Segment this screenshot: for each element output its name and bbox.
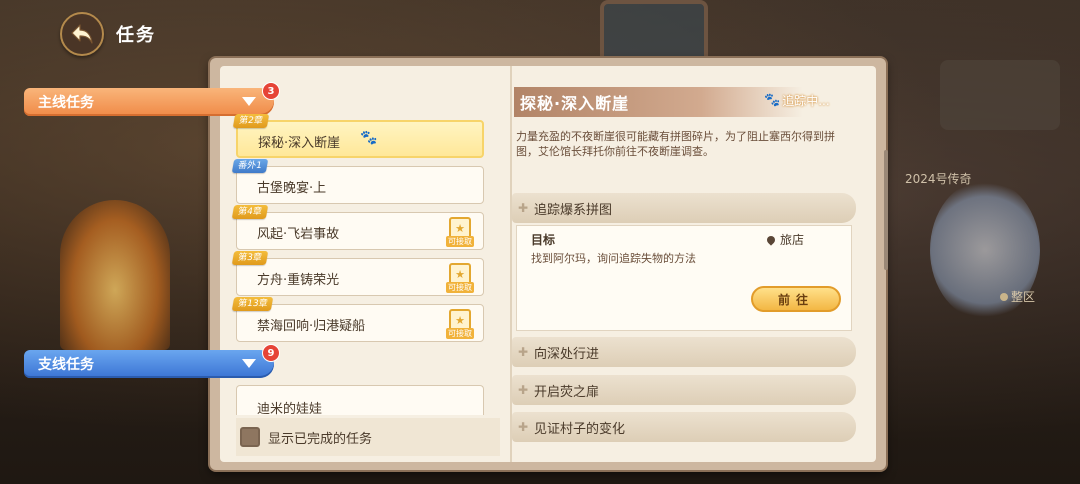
tracking-label: 追踪中... [782,94,830,108]
quest-item-selected[interactable]: 第2章 探秘·深入断崖 🐾 [232,114,484,158]
quest-item[interactable]: 番外1 古堡晚宴·上 [231,159,484,204]
side-category-label: 支线任务 [38,357,94,373]
panel-edge-decoration [884,150,888,270]
expand-icon: ✚ [518,345,529,359]
acceptable-label: 可接取 [446,282,474,293]
background-fireplace [60,200,170,350]
task-label: 追踪爆系拼图 [534,202,613,218]
quest-item[interactable]: 第13章 禁海回响·归港疑船 ★ 可接取 [231,297,484,342]
area-label-text: 整区 [1011,290,1036,304]
task-row[interactable]: ✚ 开启荧之扉 [512,375,856,405]
chapter-tag: 第4章 [231,205,268,219]
task-label: 向深处行进 [534,346,600,362]
task-row[interactable]: ✚ 向深处行进 [512,337,856,367]
goal-location: 旅店 [765,231,805,248]
pin-icon [1000,293,1008,301]
main-quest-category[interactable]: 主线任务 3 [24,82,280,116]
background-board [940,60,1060,130]
quest-title: 禁海回响·归港疑船 [257,319,366,334]
quest-item[interactable]: 第3章 方舟·重铸荣光 ★ 可接取 [231,251,484,296]
collapse-arrow-icon [242,97,256,106]
chapter-tag: 番外1 [231,159,268,173]
task-label: 见证村子的变化 [534,421,626,437]
show-completed-toggle[interactable]: 显示已完成的任务 [236,418,500,456]
show-completed-checkbox[interactable] [240,427,260,447]
acceptable-label: 可接取 [446,236,474,247]
acceptable-label: 可接取 [446,328,474,339]
background-area-label: 整区 [1000,288,1035,305]
side-quest-category[interactable]: 支线任务 9 [24,344,280,378]
back-arrow-icon [71,24,93,44]
background-sign: 2024号传奇 [905,172,972,186]
quest-title: 迪米的娃娃 [257,402,323,417]
goal-label: 目标 [531,233,556,247]
expand-icon: ✚ [518,201,529,215]
quest-title: 方舟·重铸荣光 [257,273,340,288]
side-quest-item[interactable]: 迪米的娃娃 [236,385,484,417]
task-row-expanded[interactable]: ✚ 追踪爆系拼图 [512,193,856,223]
goal-description: 找到阿尔玛，询问追踪失物的方法 [531,252,696,265]
quest-item[interactable]: 第4章 风起·飞岩事故 ★ 可接取 [231,205,484,250]
main-category-label: 主线任务 [38,95,94,111]
location-pin-icon [765,233,777,246]
paw-icon: 🐾 [764,93,781,108]
side-quest-count-badge: 9 [262,344,280,362]
acceptable-quest-icon: ★ 可接取 [445,309,475,339]
task-row[interactable]: ✚ 见证村子的变化 [512,412,856,442]
main-quest-count-badge: 3 [262,82,280,100]
show-completed-label: 显示已完成的任务 [268,431,373,447]
back-button[interactable] [60,12,104,56]
tracking-status[interactable]: 🐾 追踪中... [764,92,830,109]
collapse-arrow-icon [242,359,256,368]
quest-title: 古堡晚宴·上 [257,181,327,196]
expand-icon: ✚ [518,420,529,434]
acceptable-quest-icon: ★ 可接取 [445,263,475,293]
chapter-tag: 第3章 [231,251,268,265]
page-title: 任务 [116,25,156,46]
quest-description: 力量充盈的不夜断崖很可能藏有拼图碎片，为了阻止塞西尔得到拼图，艾伦馆长拜托你前往… [516,130,835,158]
quest-title: 探秘·深入断崖 [258,136,341,151]
acceptable-quest-icon: ★ 可接取 [445,217,475,247]
task-detail-box: 目标 旅店 找到阿尔玛，询问追踪失物的方法 前往 [516,225,852,331]
top-bar: 任务 [60,12,156,56]
goto-button[interactable]: 前往 [751,286,841,312]
chapter-tag: 第13章 [231,297,274,311]
chapter-tag: 第2章 [232,114,269,128]
paw-tracking-icon: 🐾 [360,130,378,146]
quest-title: 风起·飞岩事故 [257,227,340,242]
task-label: 开启荧之扉 [534,384,600,400]
goal-location-text: 旅店 [780,233,805,247]
expand-icon: ✚ [518,383,529,397]
